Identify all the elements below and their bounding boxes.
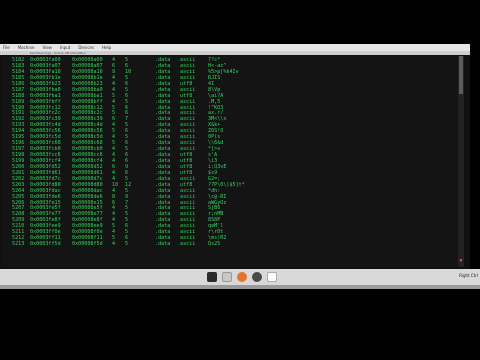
terminal-cell: 0x0003ff5d bbox=[30, 241, 61, 248]
app-icon[interactable] bbox=[267, 272, 277, 282]
scroll-down-icon[interactable]: ▼ bbox=[458, 258, 464, 264]
settings-icon[interactable] bbox=[252, 272, 262, 282]
terminal-cell: 4 bbox=[112, 241, 116, 248]
folder-icon[interactable] bbox=[222, 272, 232, 282]
terminal-cell: ascii bbox=[180, 241, 196, 248]
menu-devices[interactable]: Devices bbox=[78, 44, 94, 51]
menu-machine[interactable]: Machine bbox=[18, 44, 35, 51]
taskbar: Right Ctrl bbox=[0, 269, 480, 285]
firefox-icon[interactable] bbox=[237, 272, 247, 282]
scrollbar[interactable] bbox=[458, 56, 464, 267]
menu-file[interactable]: File bbox=[3, 44, 10, 51]
terminal-window[interactable]: 5182 0x0003fa00 0x00008a00 4 5 .data ascii 7?c*… bbox=[2, 56, 458, 267]
menu-view[interactable]: View bbox=[42, 44, 52, 51]
host-statusbar bbox=[0, 285, 480, 289]
terminal-cell: .data bbox=[155, 241, 171, 248]
host-key-label: Right Ctrl bbox=[459, 273, 478, 278]
terminal-cell: Qs25 bbox=[208, 241, 221, 248]
menu-help[interactable]: Help bbox=[102, 44, 111, 51]
menu-input[interactable]: Input bbox=[60, 44, 70, 51]
terminal-cell: 5213 bbox=[12, 241, 25, 248]
scroll-thumb[interactable] bbox=[459, 56, 463, 94]
terminal-cell: 5 bbox=[125, 241, 129, 248]
terminal-icon[interactable] bbox=[207, 272, 217, 282]
menu-bar: File Machine View Input Devices Help bbox=[0, 44, 470, 51]
terminal-cell: 0x00008f5d bbox=[72, 241, 103, 248]
letterbox-top bbox=[0, 0, 480, 44]
vm-title: Kali [Running] - Oracle VM VirtualBox bbox=[30, 51, 86, 55]
